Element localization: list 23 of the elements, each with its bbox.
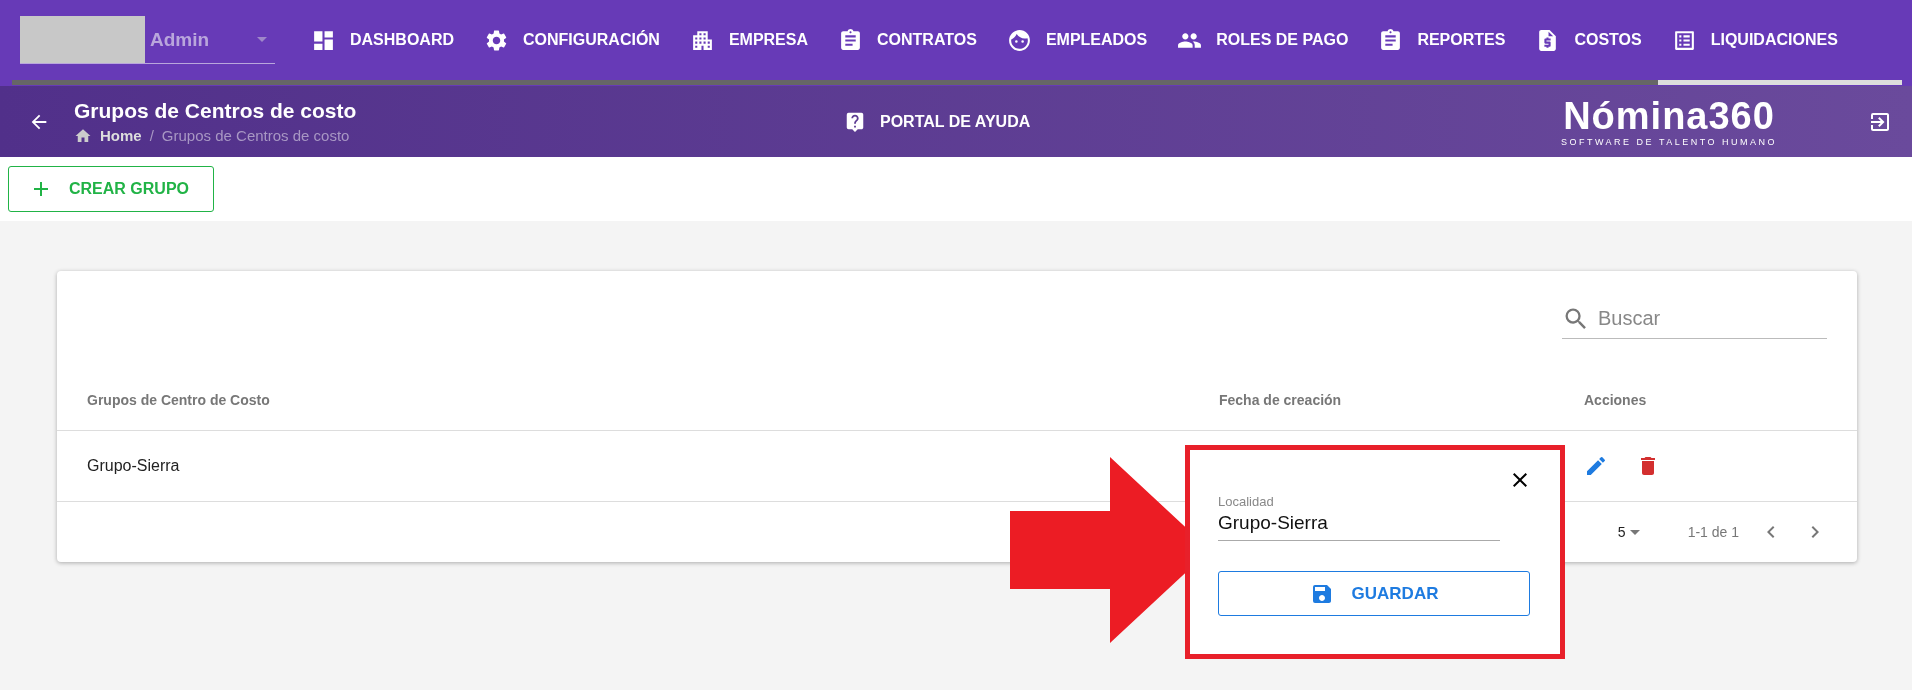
page-range: 1-1 de 1 xyxy=(1687,524,1739,540)
help-icon xyxy=(844,110,866,133)
user-name: Admin xyxy=(150,28,211,51)
breadcrumb-separator: / xyxy=(149,127,154,144)
field-label: Localidad xyxy=(1218,494,1275,509)
logo-text: Nómina360 xyxy=(1563,96,1775,135)
page-title: Grupos de Centros de costo xyxy=(74,98,358,123)
face-icon xyxy=(1006,27,1032,53)
rows-per-page-select[interactable]: 5 xyxy=(1617,524,1648,540)
column-header: Acciones xyxy=(1584,391,1648,408)
help-portal-link[interactable]: PORTAL DE AYUDA xyxy=(844,110,1544,133)
logo-tagline: SOFTWARE DE TALENTO HUMANO xyxy=(1560,136,1778,147)
clipboard-icon xyxy=(838,27,863,53)
caret-icon xyxy=(257,37,267,42)
rows-per-page-value: 5 xyxy=(1617,524,1626,540)
caret-icon xyxy=(1629,529,1640,535)
edit-icon[interactable] xyxy=(1584,454,1608,478)
save-button[interactable]: GUARDAR xyxy=(1218,571,1530,616)
column-header: Fecha de creación xyxy=(1219,391,1343,408)
breadcrumb-link[interactable]: Home xyxy=(100,127,142,144)
breadcrumb-link[interactable]: Grupos de Centros de costo xyxy=(161,127,350,144)
table-cell-text: Grupo-Sierra xyxy=(87,457,181,475)
column-header: Grupos de Centro de Costo xyxy=(87,391,271,408)
